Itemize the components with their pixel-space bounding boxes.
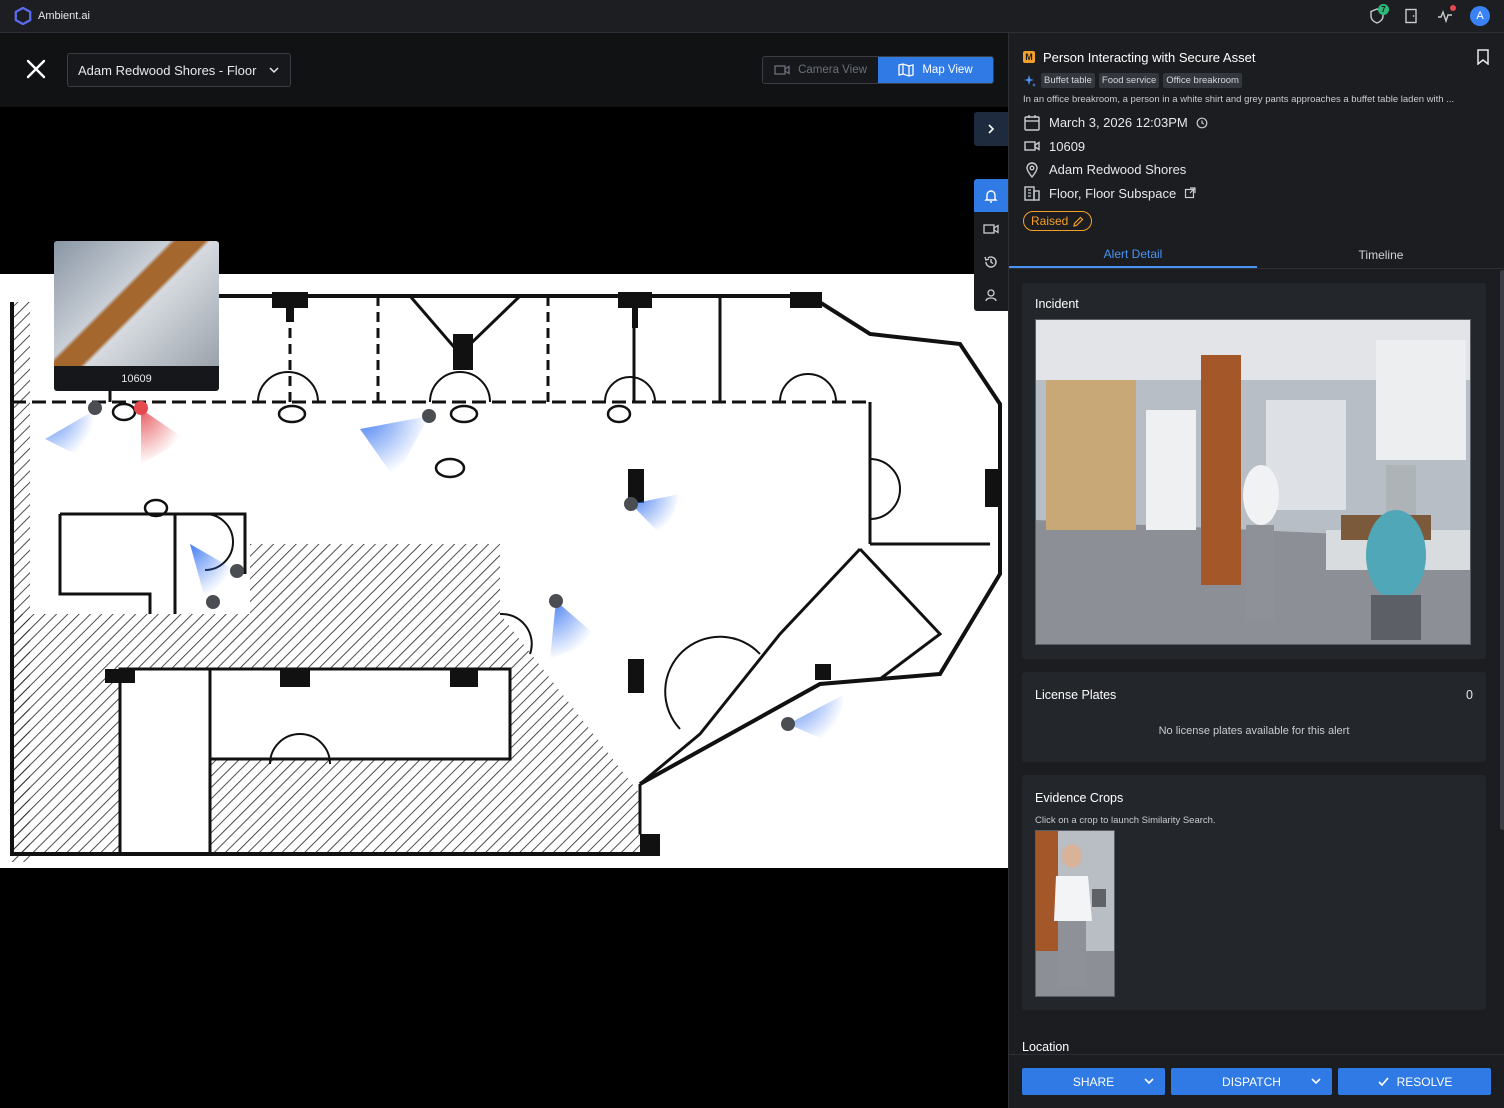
incident-card: Incident	[1022, 283, 1486, 659]
camera-preview-popup[interactable]: 10609	[54, 241, 219, 391]
status-badge[interactable]: Raised	[1023, 211, 1093, 231]
cameras-tool-button[interactable]	[974, 212, 1008, 245]
close-icon	[26, 59, 46, 79]
scrollbar[interactable]	[1500, 270, 1504, 830]
action-bar: SHARE DISPATCH RESOLVE	[1009, 1054, 1504, 1108]
notification-dot	[1450, 5, 1456, 11]
alert-description: In an office breakroom, a person in a wh…	[1023, 94, 1455, 105]
share-button[interactable]: SHARE	[1022, 1068, 1165, 1095]
video-camera-icon	[1024, 141, 1040, 152]
door-icon	[1405, 8, 1417, 24]
floor-select-value: Adam Redwood Shores - Floor	[78, 62, 257, 78]
tag: Food service	[1098, 73, 1160, 88]
tab-timeline[interactable]: Timeline	[1257, 242, 1504, 268]
dispatch-label: DISPATCH	[1222, 1074, 1281, 1089]
incident-snapshot[interactable]	[1035, 319, 1471, 645]
map-view-button[interactable]: Map View	[878, 57, 993, 83]
sparkle-icon	[1024, 74, 1036, 87]
chevron-down-icon	[269, 67, 279, 74]
activity-button[interactable]	[1436, 5, 1456, 25]
close-button[interactable]	[24, 57, 48, 81]
expand-panel-button[interactable]	[974, 112, 1008, 146]
external-link-icon[interactable]	[1184, 187, 1196, 199]
map-view-label: Map View	[922, 64, 973, 76]
ambient-logo-icon	[14, 7, 32, 25]
incident-title: Incident	[1035, 297, 1079, 311]
evidence-crops-card: Evidence Crops Click on a crop to launch…	[1022, 775, 1486, 1010]
share-label: SHARE	[1072, 1074, 1115, 1089]
license-plates-empty: No license plates available for this ale…	[1158, 725, 1350, 737]
evidence-hint: Click on a crop to launch Similarity Sea…	[1035, 815, 1216, 826]
incident-snapshot-image	[1036, 320, 1470, 644]
camera-preview-label: 10609	[121, 372, 152, 385]
door-button[interactable]	[1402, 7, 1420, 25]
alert-datetime: March 3, 2026 12:03PM	[1049, 115, 1188, 131]
tag: Buffet table	[1041, 73, 1095, 88]
detail-scroll-area[interactable]: Incident License Plates 0 No license pla…	[1009, 270, 1504, 1054]
history-icon	[984, 255, 997, 268]
alert-camera-row: 10609	[1023, 135, 1490, 159]
map-icon	[898, 63, 914, 77]
calendar-icon	[1024, 114, 1040, 131]
map-side-tools	[974, 112, 1008, 311]
alert-detail-panel: M Person Interacting with Secure Asset B…	[1008, 33, 1504, 1108]
chevron-right-icon	[988, 124, 995, 134]
alert-site-row: Adam Redwood Shores	[1023, 158, 1490, 182]
alert-datetime-row: March 3, 2026 12:03PM	[1023, 111, 1490, 135]
alert-title: Person Interacting with Secure Asset	[1043, 49, 1256, 65]
camera-view-label: Camera View	[798, 64, 867, 76]
map-panel: Adam Redwood Shores - Floor Camera View …	[0, 33, 1008, 1108]
bookmark-icon[interactable]	[1476, 49, 1490, 65]
floor-select[interactable]: Adam Redwood Shores - Floor	[67, 53, 291, 87]
tab-alert-detail[interactable]: Alert Detail	[1009, 242, 1257, 268]
brand-name: Ambient.ai	[38, 10, 90, 22]
evidence-crop-image	[1036, 831, 1114, 996]
top-bar: Ambient.ai 7 A	[0, 0, 1504, 33]
app-logo[interactable]: Ambient.ai	[14, 7, 90, 25]
alert-area: Floor, Floor Subspace	[1049, 185, 1177, 201]
alert-camera-id: 10609	[1049, 138, 1086, 154]
shield-status-button[interactable]: 7	[1368, 4, 1389, 25]
clock-icon[interactable]	[1196, 117, 1208, 129]
view-toggle: Camera View Map View	[762, 56, 994, 84]
evidence-title: Evidence Crops	[1035, 791, 1124, 805]
video-camera-icon	[774, 65, 790, 75]
camera-preview-image	[54, 241, 219, 366]
resolve-button[interactable]: RESOLVE	[1338, 1068, 1491, 1095]
tag: Office breakroom	[1163, 73, 1242, 88]
guard-icon	[985, 288, 997, 301]
detail-tabs: Alert Detail Timeline	[1009, 242, 1504, 269]
location-title: Location	[1022, 1040, 1070, 1054]
camera-view-button[interactable]: Camera View	[763, 57, 878, 83]
pencil-icon	[1073, 216, 1084, 227]
alert-tags: Buffet table Food service Office breakro…	[1023, 73, 1490, 88]
shield-count-badge: 7	[1378, 4, 1389, 15]
resolve-label: RESOLVE	[1396, 1074, 1453, 1089]
status-label: Raised	[1031, 214, 1069, 228]
alert-site: Adam Redwood Shores	[1049, 162, 1187, 178]
bell-icon	[984, 189, 998, 203]
license-plates-card: License Plates 0 No license plates avail…	[1022, 672, 1486, 762]
license-plates-count: 0	[1466, 688, 1473, 702]
guard-tool-button[interactable]	[974, 278, 1008, 311]
chevron-down-icon[interactable]	[1143, 1075, 1155, 1087]
severity-badge: M	[1023, 51, 1035, 63]
dispatch-button[interactable]: DISPATCH	[1171, 1068, 1332, 1095]
chevron-down-icon[interactable]	[1310, 1075, 1322, 1087]
building-icon	[1024, 186, 1040, 201]
location-pin-icon	[1026, 162, 1038, 178]
video-camera-icon	[983, 223, 999, 234]
check-icon	[1377, 1077, 1389, 1087]
alerts-tool-button[interactable]	[974, 179, 1008, 212]
alert-area-row: Floor, Floor Subspace	[1023, 182, 1490, 206]
map-toolbar: Adam Redwood Shores - Floor Camera View …	[0, 33, 1008, 107]
history-tool-button[interactable]	[974, 245, 1008, 278]
user-avatar[interactable]: A	[1470, 6, 1490, 26]
license-plates-title: License Plates	[1035, 688, 1117, 702]
evidence-crop[interactable]	[1035, 830, 1115, 997]
